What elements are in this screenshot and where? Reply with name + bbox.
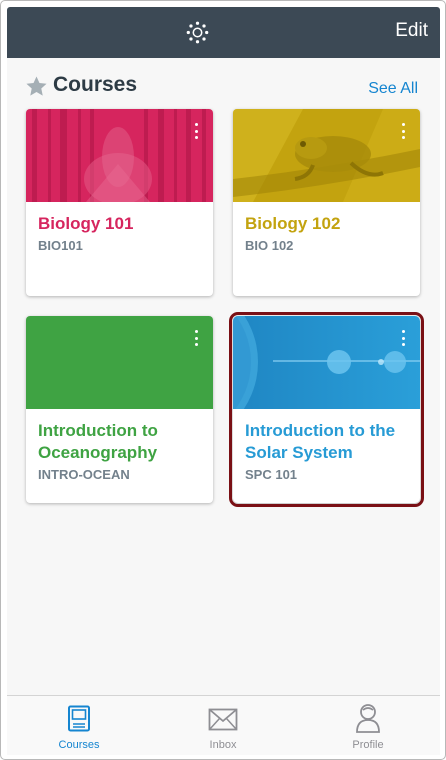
course-card-solar-system[interactable]: Introduction to the Solar System SPC 101 [229,312,424,507]
canvas-logo-icon [186,21,209,44]
course-menu-button[interactable] [400,123,406,139]
bottom-tab-bar: Courses Inbox Profile [7,695,440,755]
book-icon [68,705,90,732]
course-card-image [233,316,420,409]
course-title: Biology 102 [245,214,341,233]
course-title: Biology 101 [38,214,134,233]
course-card-biology-101[interactable]: Biology 101 BIO101 [26,109,213,296]
course-code: BIO101 [38,238,83,253]
tab-label: Courses [58,739,100,751]
course-code: BIO 102 [245,238,294,253]
tab-courses[interactable]: Courses [7,696,151,756]
section-title: Courses [53,73,138,96]
course-card-image [26,109,213,202]
tab-inbox[interactable]: Inbox [151,696,295,756]
course-card-oceanography[interactable]: Introduction to Oceanography INTRO-OCEAN [26,316,213,503]
course-title: Introduction to Oceanography [38,421,158,462]
see-all-link[interactable]: See All [368,80,418,98]
person-icon [356,704,380,733]
envelope-icon [208,708,238,731]
star-icon [26,76,47,96]
dashboard-content: Courses See All Biology 101 BIO101 Biolo… [7,58,440,695]
courses-section-header: Courses See All [7,72,440,104]
course-title: Introduction to the Solar System [245,421,396,462]
course-code: INTRO-OCEAN [38,467,130,482]
edit-button[interactable]: Edit [395,20,428,42]
app-frame: Edit Courses See All Biology 101 BIO101 … [0,0,446,760]
course-menu-button[interactable] [193,123,199,139]
tab-label: Inbox [209,739,237,751]
tab-label: Profile [352,739,384,751]
course-card-image [233,109,420,202]
top-navbar: Edit [7,7,440,58]
course-code: SPC 101 [245,467,298,482]
course-menu-button[interactable] [400,330,406,346]
course-menu-button[interactable] [193,330,199,346]
course-card-image [26,316,213,409]
tab-profile[interactable]: Profile [296,696,440,756]
course-card-biology-102[interactable]: Biology 102 BIO 102 [233,109,420,296]
